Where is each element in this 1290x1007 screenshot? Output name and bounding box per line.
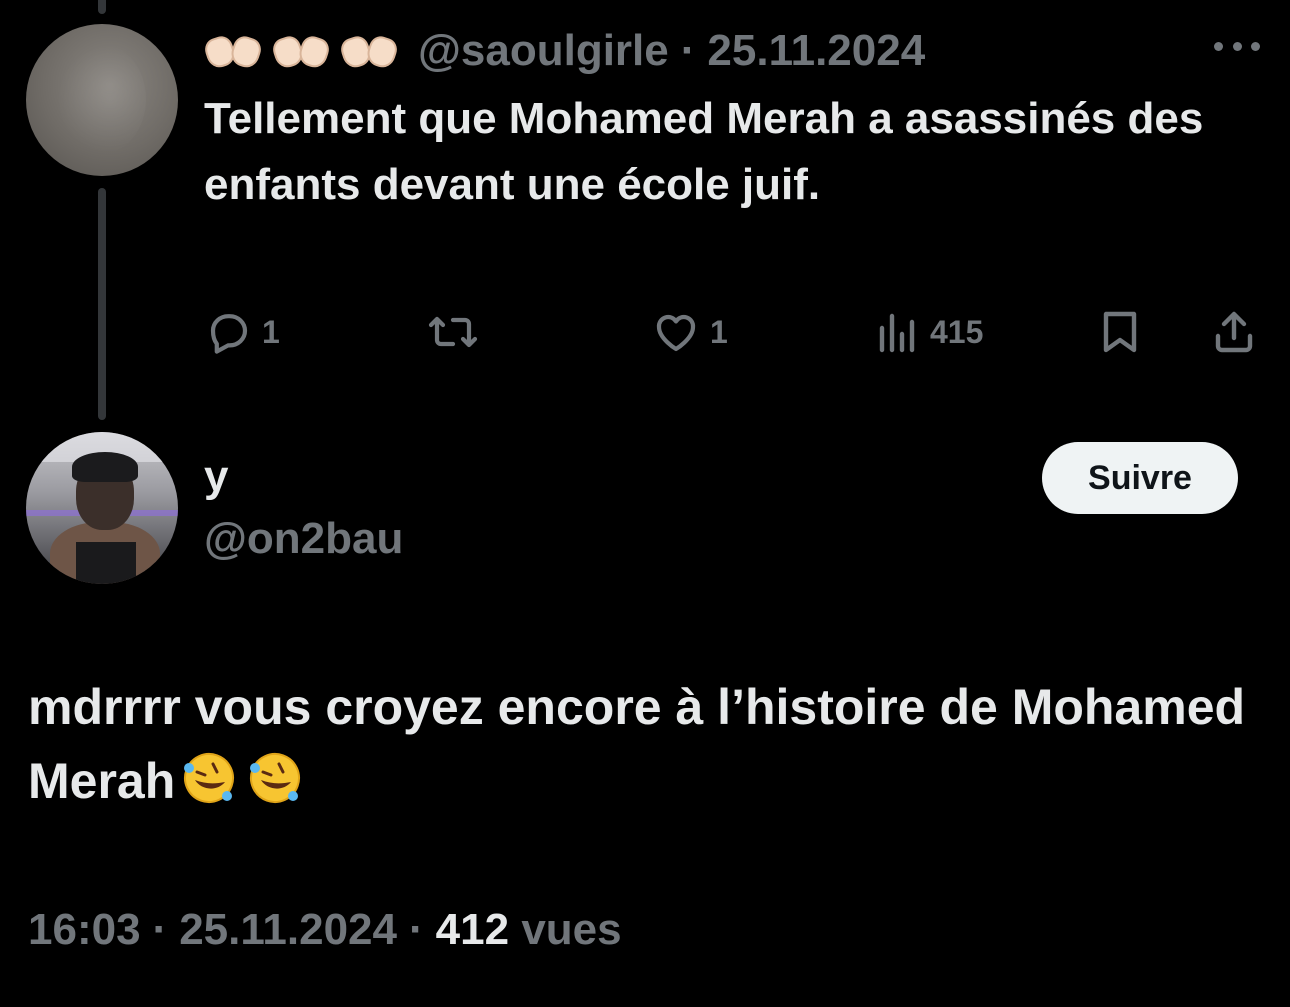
author-handle[interactable]: @on2bau: [204, 514, 403, 564]
laughing-emoji: [175, 753, 307, 809]
reply-count: 1: [262, 313, 280, 350]
tweet-date[interactable]: 25.11.2024: [179, 905, 397, 955]
raised-hands-icon: [338, 31, 400, 71]
like-button[interactable]: 1: [652, 300, 728, 364]
like-icon: [656, 314, 696, 352]
avatar[interactable]: [26, 432, 178, 584]
raised-hands-icon: [270, 31, 332, 71]
retweet-button[interactable]: [426, 300, 490, 364]
tweet-meta: 16:03 · 25.11.2024 · 412 vues: [28, 900, 622, 960]
tweet-time[interactable]: 16:03: [28, 905, 141, 955]
reply-button[interactable]: 1: [204, 300, 280, 364]
parent-tweet-text: Tellement que Mohamed Merah a asassinés …: [204, 94, 1204, 209]
view-count: 415: [930, 313, 984, 350]
bookmark-button[interactable]: [1098, 300, 1142, 364]
tweet-date[interactable]: 25.11.2024: [707, 26, 925, 76]
parent-tweet-header: @saoulgirle · 25.11.2024: [202, 26, 925, 76]
avatar[interactable]: [26, 24, 178, 176]
views-count: 412: [435, 905, 510, 954]
raised-hands-icon: [202, 31, 264, 71]
tweet-action-bar: 1 1 415: [0, 300, 1290, 364]
rofl-icon: [184, 753, 235, 803]
follow-button[interactable]: Suivre: [1042, 442, 1238, 514]
views-stat[interactable]: 412 vues: [436, 905, 622, 955]
author-handle[interactable]: @saoulgirle: [418, 26, 669, 76]
reply-icon: [210, 314, 248, 354]
separator-dot: ·: [680, 26, 696, 75]
share-button[interactable]: [1210, 300, 1258, 364]
like-count: 1: [710, 313, 728, 350]
raised-hands-emoji: [202, 31, 400, 71]
views-button[interactable]: 415: [876, 300, 983, 364]
views-icon: [879, 313, 915, 353]
views-label: vues: [521, 905, 622, 954]
tweet-thread: @saoulgirle · 25.11.2024 Tellement que M…: [0, 0, 1290, 1007]
more-icon[interactable]: [1214, 36, 1260, 56]
separator-dot: ·: [409, 905, 424, 954]
display-name[interactable]: y: [204, 452, 228, 502]
reply-tweet-text: mdrrrr vous croyez encore à l’histoire d…: [28, 670, 1258, 818]
bookmark-icon: [1103, 311, 1137, 353]
rofl-icon: [250, 753, 301, 803]
separator-dot: ·: [152, 905, 168, 954]
retweet-icon: [428, 316, 478, 348]
share-icon: [1215, 311, 1253, 353]
thread-line-top: [98, 0, 106, 14]
